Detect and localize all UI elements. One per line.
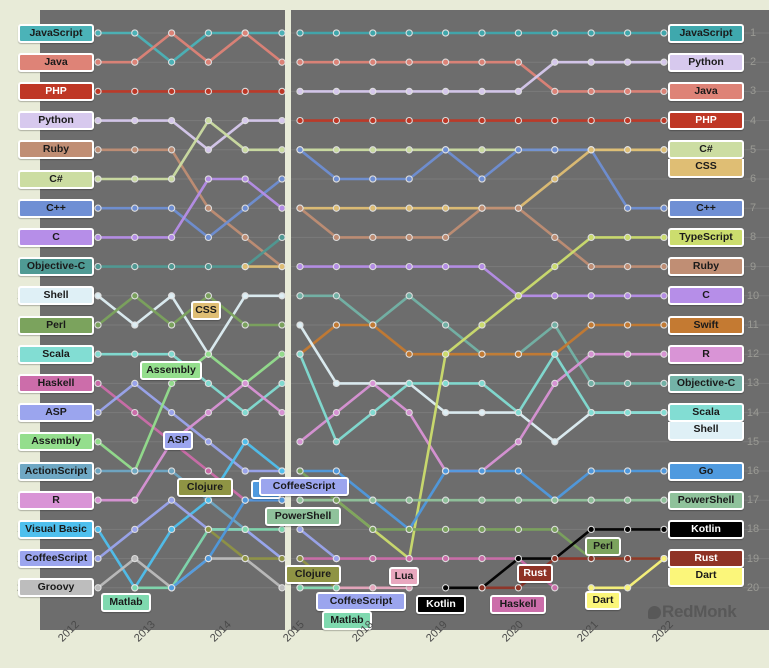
series-label-assembly[interactable]: Assembly [18,432,94,452]
inline-label-clojure[interactable]: Clojure [284,564,342,584]
rank-number: 8 [749,231,757,244]
series-label-objective-c[interactable]: Objective-C [668,373,744,393]
series-label-php[interactable]: PHP [668,111,744,131]
rank-number: 14 [746,406,760,419]
rank-number: 16 [746,465,760,477]
rank-number: 7 [749,202,757,215]
rank-number: 1 [749,27,757,39]
series-label-java[interactable]: Java [18,52,94,72]
rank-number: 9 [749,260,757,273]
series-label-groovy[interactable]: Groovy [18,578,94,598]
series-label-c-[interactable]: C++ [668,198,744,218]
series-label-r[interactable]: R [668,344,744,364]
series-label-c-[interactable]: C# [18,169,94,189]
rank-number: 12 [746,348,760,361]
inline-label-assembly[interactable]: Assembly [139,360,203,380]
rank-number: 15 [746,435,760,448]
rank-number: 13 [746,377,760,390]
series-label-javascript[interactable]: JavaScript [18,23,94,43]
series-label-go[interactable]: Go [668,461,744,481]
redmonk-brand: RedMonk [648,602,737,622]
inline-label-perl[interactable]: Perl [584,536,622,556]
inline-label-coffeescript[interactable]: CoffeeScript [316,591,406,611]
series-label-dart[interactable]: Dart [668,568,744,588]
series-label-scala[interactable]: Scala [18,344,94,364]
rank-number: 3 [749,85,757,98]
series-label-swift[interactable]: Swift [668,315,744,335]
series-label-shell[interactable]: Shell [18,286,94,306]
rank-number: 20 [746,581,760,594]
inline-label-kotlin[interactable]: Kotlin [416,594,466,614]
inline-label-dart[interactable]: Dart [584,590,622,610]
inline-label-powershell[interactable]: PowerShell [265,506,341,526]
inline-label-rust[interactable]: Rust [516,563,554,583]
series-label-visual-basic[interactable]: Visual Basic [18,519,94,539]
series-label-javascript[interactable]: JavaScript [668,23,744,43]
redmonk-brand-label: RedMonk [662,602,737,621]
series-label-java[interactable]: Java [668,81,744,101]
rank-number: 11 [747,319,759,331]
rank-number: 6 [749,173,757,185]
series-label-actionscript[interactable]: ActionScript [18,461,94,481]
series-label-haskell[interactable]: Haskell [18,373,94,393]
series-label-coffeescript[interactable]: CoffeeScript [18,549,94,569]
inline-label-asp[interactable]: ASP [163,430,193,450]
series-label-c-[interactable]: C# [668,140,744,160]
series-label-php[interactable]: PHP [18,81,94,101]
series-label-perl[interactable]: Perl [18,315,94,335]
series-label-python[interactable]: Python [18,111,94,131]
redmonk-logo-icon [648,606,661,619]
inline-label-matlab[interactable]: Matlab [101,592,151,612]
series-label-c[interactable]: C [18,227,94,247]
series-label-shell[interactable]: Shell [668,422,744,442]
series-label-kotlin[interactable]: Kotlin [668,519,744,539]
series-label-python[interactable]: Python [668,52,744,72]
series-label-c-[interactable]: C++ [18,198,94,218]
series-label-scala[interactable]: Scala [668,403,744,423]
series-label-r[interactable]: R [18,490,94,510]
series-label-ruby[interactable]: Ruby [18,140,94,160]
rank-number: 10 [746,289,760,302]
chart-root: 1234567891011121314151617181920 12345678… [0,0,769,668]
inline-label-css[interactable]: CSS [191,300,221,320]
series-label-typescript[interactable]: TypeScript [668,227,744,247]
rank-number: 4 [749,114,757,127]
inline-label-coffeescript[interactable]: CoffeeScript [259,476,349,496]
series-label-powershell[interactable]: PowerShell [668,490,744,510]
rank-number: 5 [749,143,757,156]
series-label-c[interactable]: C [668,286,744,306]
series-label-ruby[interactable]: Ruby [668,257,744,277]
rank-number: 17 [746,494,760,507]
series-label-asp[interactable]: ASP [18,403,94,423]
inline-label-haskell[interactable]: Haskell [489,594,547,614]
series-label-rust[interactable]: Rust [668,549,744,569]
series-label-objective-c[interactable]: Objective-C [18,257,94,277]
series-label-css[interactable]: CSS [668,159,744,179]
rank-number: 18 [746,523,760,536]
inline-label-clojure[interactable]: Clojure [176,477,234,497]
rank-number: 2 [749,56,757,69]
rank-number: 19 [746,552,760,565]
inline-label-lua[interactable]: Lua [389,566,419,586]
